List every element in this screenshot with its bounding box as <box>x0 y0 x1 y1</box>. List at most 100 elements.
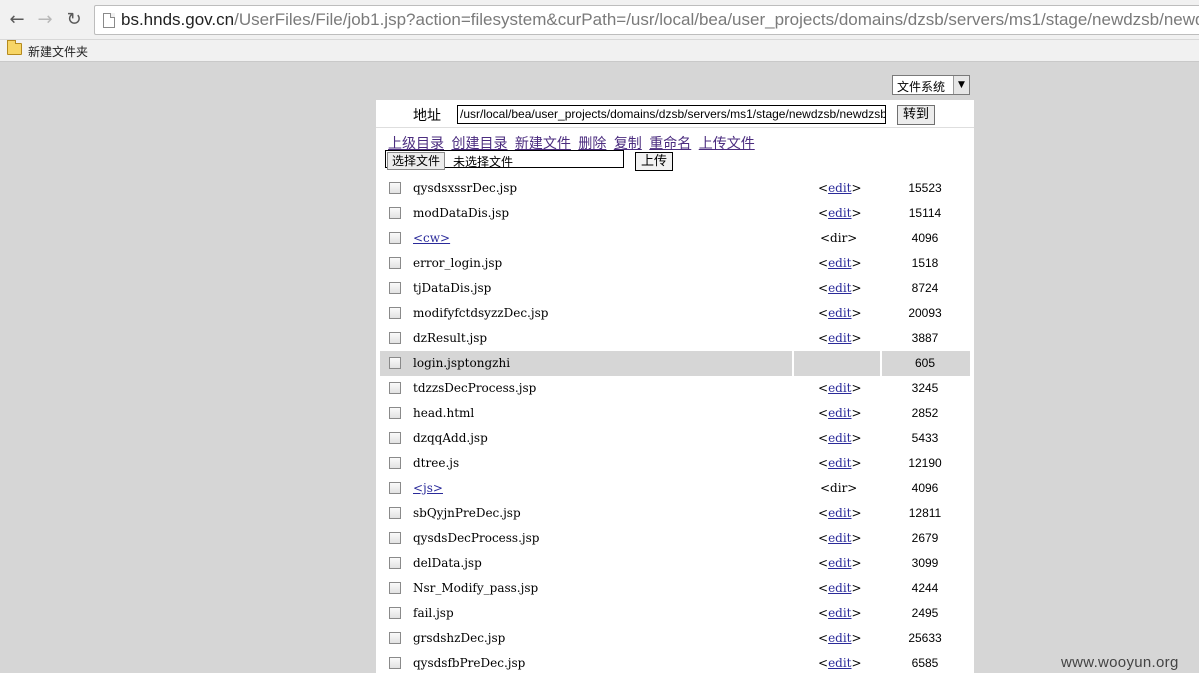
file-name: modifyfctdsyzzDec.jsp <box>413 306 549 320</box>
file-checkbox[interactable] <box>389 582 401 594</box>
file-name: dtree.js <box>413 456 460 470</box>
address-bar[interactable]: bs.hnds.gov.cn/UserFiles/File/job1.jsp?a… <box>94 5 1199 35</box>
edit-link[interactable]: edit <box>828 631 851 645</box>
action-cell <box>792 351 882 376</box>
file-checkbox[interactable] <box>389 607 401 619</box>
file-checkbox[interactable] <box>389 382 401 394</box>
edit-link[interactable]: edit <box>828 531 851 545</box>
edit-link[interactable]: edit <box>828 656 851 670</box>
no-file-label: 未选择文件 <box>453 155 514 169</box>
edit-link[interactable]: edit <box>828 606 851 620</box>
edit-link[interactable]: edit <box>828 431 851 445</box>
file-checkbox[interactable] <box>389 632 401 644</box>
go-button[interactable]: 转到 <box>897 105 935 125</box>
file-name: tdzzsDecProcess.jsp <box>413 381 537 395</box>
edit-bracket-close: > <box>851 406 862 420</box>
edit-link[interactable]: edit <box>828 306 851 320</box>
edit-bracket-close: > <box>851 256 862 270</box>
dir-link[interactable]: <cw> <box>413 231 450 245</box>
file-row: grsdshzDec.jsp <edit> 25633 <box>380 626 970 651</box>
edit-link[interactable]: edit <box>828 381 851 395</box>
file-name: head.html <box>413 406 475 420</box>
action-cell: <edit> <box>792 651 882 673</box>
file-row: dtree.js <edit> 12190 <box>380 451 970 476</box>
edit-cell: <edit> <box>818 381 862 395</box>
filesystem-select[interactable]: 文件系统 ▼ <box>892 75 970 95</box>
file-checkbox[interactable] <box>389 182 401 194</box>
file-checkbox[interactable] <box>389 507 401 519</box>
file-size: 4096 <box>911 231 939 245</box>
edit-link[interactable]: edit <box>828 281 851 295</box>
file-size: 2495 <box>911 606 939 620</box>
file-row: fail.jsp <edit> 2495 <box>380 601 970 626</box>
edit-link[interactable]: edit <box>828 331 851 345</box>
edit-bracket-open: < <box>818 531 829 545</box>
upload-file-link[interactable]: 上传文件 <box>699 136 755 152</box>
file-checkbox[interactable] <box>389 332 401 344</box>
edit-bracket-open: < <box>818 256 829 270</box>
file-checkbox[interactable] <box>389 407 401 419</box>
file-name: qysdsDecProcess.jsp <box>413 531 540 545</box>
edit-link[interactable]: edit <box>828 181 851 195</box>
file-checkbox[interactable] <box>389 457 401 469</box>
file-row: Nsr_Modify_pass.jsp <edit> 4244 <box>380 576 970 601</box>
edit-cell: <edit> <box>818 631 862 645</box>
choose-file-button[interactable]: 选择文件 <box>387 152 446 170</box>
dir-tag: <dir> <box>820 231 858 245</box>
file-checkbox[interactable] <box>389 432 401 444</box>
edit-cell: <edit> <box>818 456 862 470</box>
dir-link[interactable]: <js> <box>413 481 443 495</box>
edit-bracket-close: > <box>851 556 862 570</box>
file-input[interactable]: 选择文件 未选择文件 <box>385 150 624 170</box>
edit-bracket-open: < <box>818 506 829 520</box>
file-checkbox[interactable] <box>389 257 401 269</box>
edit-link[interactable]: edit <box>828 506 851 520</box>
edit-cell: <edit> <box>818 506 862 520</box>
forward-arrow-icon[interactable]: → <box>34 9 56 31</box>
upload-button[interactable]: 上传 <box>635 152 673 171</box>
edit-link[interactable]: edit <box>828 256 851 270</box>
edit-bracket-close: > <box>851 531 862 545</box>
file-checkbox[interactable] <box>389 307 401 319</box>
rename-link[interactable]: 重命名 <box>649 136 691 152</box>
edit-link[interactable]: edit <box>828 406 851 420</box>
file-checkbox[interactable] <box>389 482 401 494</box>
reload-icon[interactable]: ↻ <box>63 9 85 31</box>
chevron-down-icon[interactable]: ▼ <box>953 76 969 94</box>
file-checkbox[interactable] <box>389 207 401 219</box>
file-checkbox[interactable] <box>389 282 401 294</box>
edit-bracket-close: > <box>851 306 862 320</box>
file-name: dzResult.jsp <box>413 331 488 345</box>
edit-bracket-close: > <box>851 281 862 295</box>
edit-bracket-close: > <box>851 331 862 345</box>
path-input[interactable]: /usr/local/bea/user_projects/domains/dzs… <box>457 105 886 124</box>
file-row: qysdsDecProcess.jsp <edit> 2679 <box>380 526 970 551</box>
file-checkbox[interactable] <box>389 657 401 669</box>
file-size: 1518 <box>911 256 939 270</box>
back-arrow-icon[interactable]: ← <box>6 9 28 31</box>
action-cell: <dir> <box>792 476 882 501</box>
file-checkbox[interactable] <box>389 557 401 569</box>
edit-link[interactable]: edit <box>828 206 851 220</box>
file-checkbox[interactable] <box>389 532 401 544</box>
file-checkbox[interactable] <box>389 357 401 369</box>
file-name: Nsr_Modify_pass.jsp <box>413 581 539 595</box>
file-size: 12190 <box>908 456 942 470</box>
edit-cell: <edit> <box>818 181 862 195</box>
bookmark-folder[interactable]: 新建文件夹 <box>28 43 88 60</box>
edit-cell: <edit> <box>818 431 862 445</box>
file-row: delData.jsp <edit> 3099 <box>380 551 970 576</box>
edit-cell: <edit> <box>818 331 862 345</box>
edit-link[interactable]: edit <box>828 556 851 570</box>
edit-link[interactable]: edit <box>828 581 851 595</box>
file-size: 4244 <box>911 581 939 595</box>
file-checkbox[interactable] <box>389 232 401 244</box>
edit-link[interactable]: edit <box>828 456 851 470</box>
file-name: login.jsptongzhi <box>413 356 511 370</box>
file-size: 3887 <box>911 331 939 345</box>
edit-cell: <edit> <box>818 531 862 545</box>
action-cell: <edit> <box>792 526 882 551</box>
file-name: error_login.jsp <box>413 256 503 270</box>
file-size: 15523 <box>908 181 942 195</box>
url-text: bs.hnds.gov.cn/UserFiles/File/job1.jsp?a… <box>121 10 1199 30</box>
